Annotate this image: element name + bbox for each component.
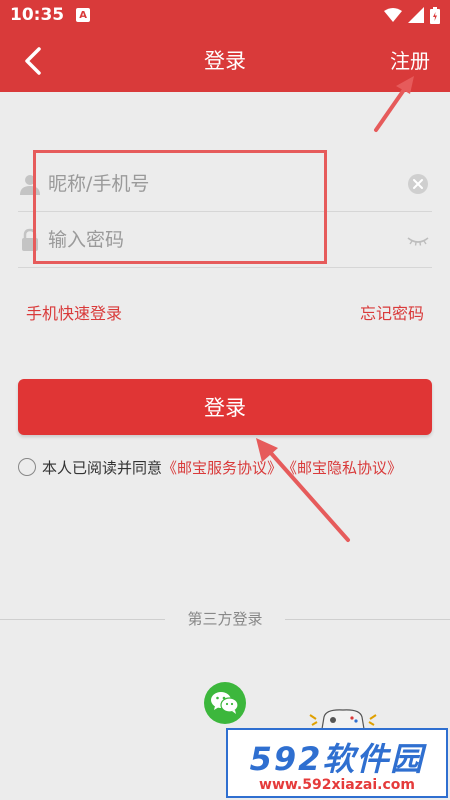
watermark-logo: 592软件园 www.592xiazai.com [226,728,448,798]
battery-icon [430,6,440,24]
wechat-login-button[interactable] [204,682,246,724]
wechat-icon [211,692,239,714]
third-party-divider: 第三方登录 [0,606,450,632]
wifi-icon [384,8,402,22]
agreement-radio[interactable] [18,458,36,476]
signal-icon [408,7,424,23]
watermark-brand: 592软件园 [249,740,425,778]
username-row [18,156,432,212]
login-button[interactable]: 登录 [18,379,432,435]
app-bar: 登录 注册 [0,30,450,92]
password-input[interactable] [48,219,406,260]
agreement-prefix: 本人已阅读并同意 [42,458,163,477]
forgot-password-link[interactable]: 忘记密码 [360,300,424,324]
watermark-url: www.592xiazai.com [259,777,415,793]
eye-closed-icon[interactable] [406,228,430,252]
service-agreement-link[interactable]: 《邮宝服务协议》 [162,457,282,478]
lock-icon [22,228,38,251]
user-icon [20,174,40,195]
register-button[interactable]: 注册 [390,30,430,92]
status-icons [384,6,440,24]
status-bar: 10:35 A [0,0,450,30]
username-input[interactable] [48,163,406,204]
divider-line-right [285,619,450,620]
annotation-arrow-login [256,438,350,542]
privacy-agreement-link[interactable]: 《邮宝隐私协议》 [282,457,402,478]
phone-quick-login-link[interactable]: 手机快速登录 [26,300,122,324]
password-row [18,212,432,268]
page-title: 登录 [204,49,246,73]
status-time: 10:35 [10,5,65,25]
notification-badge: A [76,8,91,22]
agreement-row: 本人已阅读并同意 《邮宝服务协议》 《邮宝隐私协议》 [18,456,402,478]
clear-icon[interactable] [406,172,430,196]
